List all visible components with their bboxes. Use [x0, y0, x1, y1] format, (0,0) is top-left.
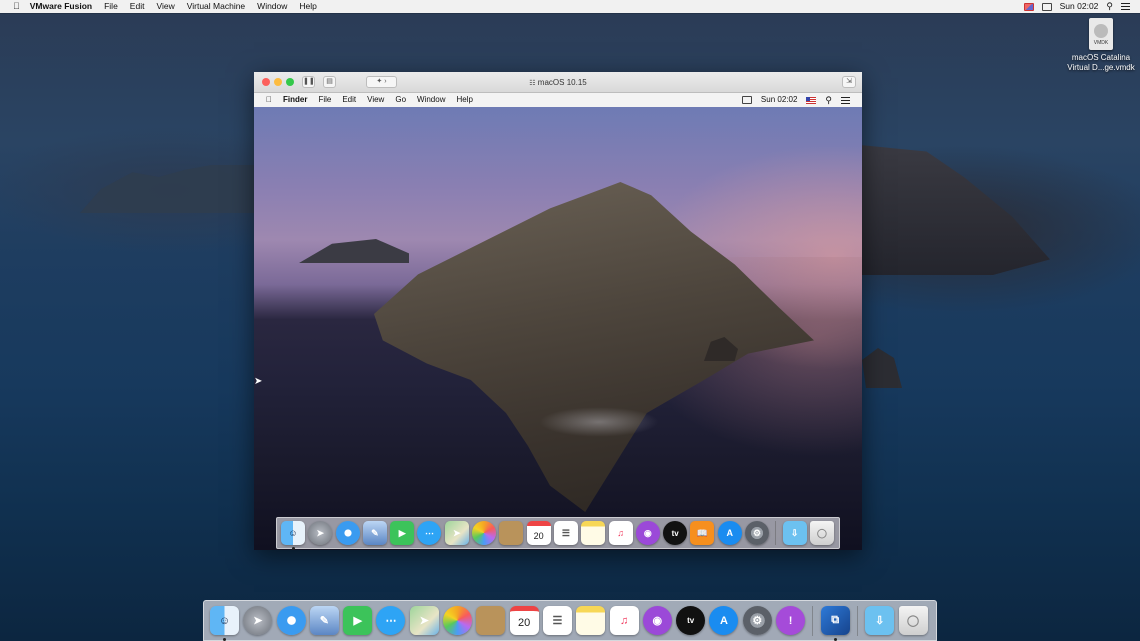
vm-window-title: ☷ macOS 10.15 [254, 72, 862, 94]
facetime-icon[interactable]: ▶ [343, 606, 373, 635]
wallpaper-catalina-island [374, 182, 814, 512]
guest-spotlight-icon[interactable]: ⚲ [825, 93, 832, 107]
input-source-flag-icon[interactable] [806, 96, 817, 104]
vm-title-bar[interactable]: ❚❚ ▤ ✦ › ☷ macOS 10.15 ⇲ [254, 72, 862, 93]
books-icon[interactable]: 📖 [690, 521, 715, 545]
airplay-display-icon[interactable] [1041, 2, 1052, 11]
reminders-icon[interactable]: ☰ [542, 606, 572, 635]
photos-icon[interactable] [472, 521, 497, 545]
guest-finder-menu[interactable]: Finder [283, 93, 307, 107]
host-menu-window[interactable]: Window [257, 0, 287, 13]
finder-icon[interactable]: ☺ [281, 521, 305, 550]
messages-icon[interactable]: ⋯ [376, 606, 406, 635]
safari-icon[interactable] [335, 521, 360, 545]
system-preferences-icon[interactable]: ⚙ [742, 606, 772, 635]
podcasts-icon[interactable]: ◉ [642, 606, 672, 635]
guest-menu-file[interactable]: File [318, 93, 331, 107]
dock-separator [812, 605, 814, 636]
host-menu-virtual-machine[interactable]: Virtual Machine [187, 0, 245, 13]
launchpad-icon[interactable]: ➤ [308, 521, 333, 545]
guest-apple-menu-icon[interactable]:  [266, 93, 272, 107]
contacts-icon[interactable] [476, 606, 506, 635]
host-dock: ☺ ➤ ✎ ▶ ⋯ ➤ 20 ☰ ♫ ◉ tv A ⚙ ! ⧉ ⇩ ◯ [203, 600, 937, 641]
wallpaper-surf [539, 407, 659, 437]
tv-icon[interactable]: tv [663, 521, 688, 545]
apple-menu-icon[interactable]:  [13, 0, 20, 13]
guest-menu-help[interactable]: Help [456, 93, 472, 107]
dock-separator [856, 605, 858, 636]
dock-separator [775, 521, 777, 545]
downloads-folder-icon[interactable]: ⇩ [782, 521, 807, 545]
app-store-icon[interactable]: A [709, 606, 739, 635]
music-icon[interactable]: ♫ [608, 521, 633, 545]
music-icon[interactable]: ♫ [609, 606, 639, 635]
facetime-icon[interactable]: ▶ [390, 521, 415, 545]
preview-icon[interactable]: ✎ [309, 606, 339, 635]
finder-icon[interactable]: ☺ [210, 606, 239, 641]
vmware-fusion-icon[interactable]: ⧉ [820, 606, 850, 641]
host-app-menu[interactable]: VMware Fusion [30, 0, 92, 13]
host-wallpaper-island-left [80, 165, 255, 213]
desktop-vmdk-file[interactable]: VMDK macOS Catalina Virtual D...ge.vmdk [1062, 18, 1140, 73]
feedback-assistant-icon[interactable]: ! [776, 606, 806, 635]
guest-menu-window[interactable]: Window [417, 93, 445, 107]
calendar-icon[interactable]: 20 [526, 521, 551, 545]
launchpad-icon[interactable]: ➤ [243, 606, 273, 635]
host-menu-bar:  VMware Fusion File Edit View Virtual M… [0, 0, 1140, 13]
host-menu-help[interactable]: Help [299, 0, 316, 13]
host-menu-edit[interactable]: Edit [130, 0, 145, 13]
notes-icon[interactable] [576, 606, 606, 635]
guest-menu-view[interactable]: View [367, 93, 384, 107]
vm-disk-icon: ☷ [529, 80, 536, 87]
file-name-line-2: Virtual D...ge.vmdk [1067, 63, 1135, 72]
host-menu-view[interactable]: View [156, 0, 174, 13]
maps-icon[interactable]: ➤ [444, 521, 469, 545]
trash-icon[interactable]: ◯ [809, 521, 834, 545]
vm-title-text: macOS 10.15 [537, 78, 587, 87]
host-wallpaper-island-right [860, 145, 1050, 275]
wallpaper-distant-island [299, 239, 409, 263]
host-wallpaper-rock [862, 348, 902, 388]
calendar-icon[interactable]: 20 [509, 606, 539, 635]
file-name-line-1: macOS Catalina [1071, 53, 1131, 62]
guest-menu-go[interactable]: Go [395, 93, 406, 107]
system-preferences-icon[interactable]: ⚙ [745, 521, 770, 545]
app-store-icon[interactable]: A [717, 521, 742, 545]
host-clock[interactable]: Sun 02:02 [1060, 0, 1099, 13]
guest-menu-edit[interactable]: Edit [342, 93, 356, 107]
downloads-folder-icon[interactable]: ⇩ [865, 606, 895, 635]
tv-icon[interactable]: tv [676, 606, 706, 635]
running-indicator [291, 547, 295, 550]
vmdk-badge: VMDK [1093, 40, 1109, 46]
contacts-icon[interactable] [499, 521, 524, 545]
guest-desktop[interactable]: ☺ ➤ ✎ ▶ ⋯ ➤ 20 ☰ ♫ ◉ tv 📖 A ⚙ ⇩ ◯ [254, 107, 862, 550]
guest-clock[interactable]: Sun 02:02 [761, 93, 797, 107]
maps-icon[interactable]: ➤ [409, 606, 439, 635]
notes-icon[interactable] [581, 521, 606, 545]
guest-dock: ☺ ➤ ✎ ▶ ⋯ ➤ 20 ☰ ♫ ◉ tv 📖 A ⚙ ⇩ ◯ [276, 517, 840, 550]
preview-icon[interactable]: ✎ [362, 521, 387, 545]
photos-icon[interactable] [443, 606, 473, 635]
messages-icon[interactable]: ⋯ [417, 521, 442, 545]
vm-window: ❚❚ ▤ ✦ › ☷ macOS 10.15 ⇲  Finder File E… [254, 72, 862, 550]
vmware-status-icon[interactable] [1023, 2, 1034, 11]
mouse-cursor-icon: ➤ [254, 376, 263, 387]
host-menu-file[interactable]: File [104, 0, 118, 13]
podcasts-icon[interactable]: ◉ [635, 521, 660, 545]
guest-notification-icon[interactable] [841, 96, 850, 104]
spotlight-search-icon[interactable]: ⚲ [1106, 0, 1113, 13]
guest-menu-bar:  Finder File Edit View Go Window Help S… [254, 93, 862, 107]
vmdk-document-icon: VMDK [1089, 18, 1113, 50]
fullscreen-icon[interactable]: ⇲ [842, 76, 856, 88]
notification-center-icon[interactable] [1121, 3, 1130, 10]
safari-icon[interactable] [276, 606, 306, 635]
guest-airplay-icon[interactable] [741, 96, 752, 104]
trash-icon[interactable]: ◯ [898, 606, 928, 635]
reminders-icon[interactable]: ☰ [553, 521, 578, 545]
